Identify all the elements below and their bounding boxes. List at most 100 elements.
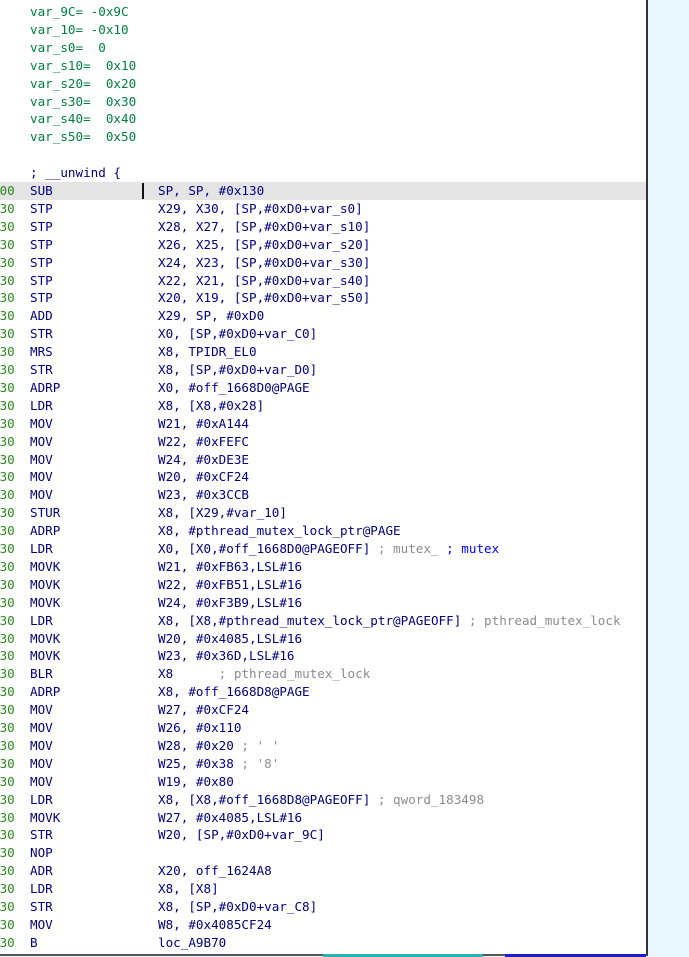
operands[interactable]: X8, #pthread_mutex_lock_ptr@PAGE (158, 522, 401, 540)
operands[interactable]: X28, X27, [SP,#0xD0+var_s10] (158, 218, 370, 236)
instruction-line[interactable]: 130 ADRP X8, #pthread_mutex_lock_ptr@PAGE (0, 522, 646, 540)
instruction-line[interactable]: 130 STR X0, [SP,#0xD0+var_C0] (0, 325, 646, 343)
instruction-line[interactable]: 130 MOV W19, #0x80 (0, 773, 646, 791)
operands[interactable]: W21, #0xA144 (158, 415, 249, 433)
operands[interactable]: X8, [SP,#0xD0+var_D0] (158, 361, 317, 379)
operands[interactable]: W25, #0x38 ; '8' (158, 755, 279, 773)
instruction-line[interactable]: 130 STP X22, X21, [SP,#0xD0+var_s40] (0, 272, 646, 290)
instruction-line[interactable]: 130 LDR X0, [X0,#off_1668D0@PAGEOFF] ; mut… (0, 540, 646, 558)
operands[interactable]: X8, #off_1668D8@PAGE (158, 683, 310, 701)
stack-var-declaration[interactable]: var_s0= 0 (0, 39, 646, 57)
operands[interactable]: X29, X30, [SP,#0xD0+var_s0] (158, 200, 363, 218)
stack-var-name: var_s10= (30, 57, 91, 73)
operands[interactable]: SP, SP, #0x130 (158, 182, 264, 200)
stack-var-declaration[interactable]: var_s30= 0x30 (0, 93, 646, 111)
instruction-line[interactable]: 000 SUB SP, SP, #0x130 (0, 182, 646, 200)
operands[interactable]: W24, #0xF3B9,LSL#16 (158, 594, 302, 612)
instruction-line[interactable]: 130 STP X24, X23, [SP,#0xD0+var_s30] (0, 254, 646, 272)
operands[interactable]: X22, X21, [SP,#0xD0+var_s40] (158, 272, 370, 290)
operands[interactable]: X29, SP, #0xD0 (158, 307, 264, 325)
instruction-line[interactable]: 130 MOV W22, #0xFEFC (0, 433, 646, 451)
instruction-line[interactable]: 130 MOV W23, #0x3CCB (0, 486, 646, 504)
operands[interactable]: W24, #0xDE3E (158, 451, 249, 469)
stack-var-declaration[interactable]: var_10= -0x10 (0, 21, 646, 39)
instruction-line[interactable]: 130 STR X8, [SP,#0xD0+var_C8] (0, 898, 646, 916)
instruction-line[interactable]: 130 LDR X8, [X8,#0x28] (0, 397, 646, 415)
operands[interactable]: W20, [SP,#0xD0+var_9C] (158, 826, 325, 844)
instruction-line[interactable]: 130 BLR X8 ; pthread_mutex_lock (0, 665, 646, 683)
operands[interactable]: W20, #0xCF24 (158, 468, 249, 486)
instruction-line[interactable]: 130 MOV W26, #0x110 (0, 719, 646, 737)
instruction-line[interactable]: 130 LDR X8, [X8,#off_1668D8@PAGEOFF] ; qwo… (0, 791, 646, 809)
stack-pointer-delta: 130 (0, 737, 15, 753)
operands[interactable]: W28, #0x20 ; ' ' (158, 737, 279, 755)
instruction-line[interactable]: 130 MOV W20, #0xCF24 (0, 468, 646, 486)
operands[interactable]: W19, #0x80 (158, 773, 234, 791)
operands[interactable]: X8, [X8] (158, 880, 219, 898)
instruction-line[interactable]: 130 STUR X8, [X29,#var_10] (0, 504, 646, 522)
instruction-line[interactable]: 130 ADRP X8, #off_1668D8@PAGE (0, 683, 646, 701)
instruction-line[interactable]: 130 MOV W27, #0xCF24 (0, 701, 646, 719)
stack-var-declaration[interactable]: var_9C= -0x9C (0, 3, 646, 21)
operands[interactable]: W23, #0x3CCB (158, 486, 249, 504)
instruction-line[interactable]: 130 STR W20, [SP,#0xD0+var_9C] (0, 826, 646, 844)
instruction-line[interactable]: 130 MOV W8, #0x4085CF24 (0, 916, 646, 934)
operands[interactable]: X8, [X29,#var_10] (158, 504, 287, 522)
stack-var-declaration[interactable]: var_s50= 0x50 (0, 128, 646, 146)
instruction-line[interactable]: 130 STR X8, [SP,#0xD0+var_D0] (0, 361, 646, 379)
instruction-line[interactable]: 130 Bloc_A9B70 (0, 934, 646, 952)
instruction-line[interactable]: 130 ADR X20, off_1624A8 (0, 862, 646, 880)
instruction-line[interactable]: 130 NOP (0, 844, 646, 862)
instruction-line[interactable]: 130 ADRP X0, #off_1668D0@PAGE (0, 379, 646, 397)
operands[interactable]: X0, [SP,#0xD0+var_C0] (158, 325, 317, 343)
operands[interactable]: W26, #0x110 (158, 719, 241, 737)
disassembly-view[interactable]: var_9C= -0x9C var_10= -0x10 var_s0= 0 var_s… (0, 0, 648, 956)
instruction-line[interactable]: 130 MOV W24, #0xDE3E (0, 451, 646, 469)
operands[interactable]: X20, off_1624A8 (158, 862, 272, 880)
stack-var-declaration[interactable]: var_s20= 0x20 (0, 75, 646, 93)
operands[interactable]: W27, #0xCF24 (158, 701, 249, 719)
instruction-line[interactable]: 130 ADD X29, SP, #0xD0 (0, 307, 646, 325)
comment-reference[interactable]: ; mutex (439, 541, 499, 556)
operands[interactable]: W21, #0xFB63,LSL#16 (158, 558, 302, 576)
operands[interactable]: loc_A9B70 (158, 934, 226, 952)
mnemonic: MOVK (30, 576, 61, 592)
instruction-line[interactable]: 130 MOVK W27, #0x4085,LSL#16 (0, 809, 646, 827)
operands[interactable]: W27, #0x4085,LSL#16 (158, 809, 302, 827)
instruction-line[interactable]: 130 MOVK W23, #0x36D,LSL#16 (0, 647, 646, 665)
instruction-line[interactable]: 130 LDR X8, [X8,#pthread_mutex_lock_ptr@PA… (0, 612, 646, 630)
operands[interactable]: W22, #0xFEFC (158, 433, 249, 451)
operands[interactable]: W22, #0xFB51,LSL#16 (158, 576, 302, 594)
operands[interactable]: X8 ; pthread_mutex_lock (158, 665, 370, 683)
instruction-line[interactable]: 130 MOVK W21, #0xFB63,LSL#16 (0, 558, 646, 576)
instruction-line[interactable]: 130 STP X29, X30, [SP,#0xD0+var_s0] (0, 200, 646, 218)
instruction-line[interactable]: 130 MOV W21, #0xA144 (0, 415, 646, 433)
operands[interactable]: W8, #0x4085CF24 (158, 916, 272, 934)
operands[interactable]: X8, [X8,#pthread_mutex_lock_ptr@PAGEOFF]… (158, 612, 621, 630)
instruction-line[interactable]: 130 MOV W28, #0x20 ; ' ' (0, 737, 646, 755)
stack-var-declaration[interactable]: var_s10= 0x10 (0, 57, 646, 75)
instruction-line[interactable]: 130 MRS X8, TPIDR_EL0 (0, 343, 646, 361)
operands[interactable]: X8, [X8,#off_1668D8@PAGEOFF] ; qword_183… (158, 791, 484, 809)
operands[interactable]: X24, X23, [SP,#0xD0+var_s30] (158, 254, 370, 272)
operands[interactable]: X8, TPIDR_EL0 (158, 343, 257, 361)
operand-text: W24, #0xDE3E (158, 451, 249, 467)
stack-var-declaration[interactable]: var_s40= 0x40 (0, 110, 646, 128)
stack-pointer-delta: 130 (0, 916, 15, 932)
operands[interactable]: X0, [X0,#off_1668D0@PAGEOFF] ; mutex_ ; … (158, 540, 499, 558)
operands[interactable]: X8, [SP,#0xD0+var_C8] (158, 898, 317, 916)
instruction-line[interactable]: 130 STP X28, X27, [SP,#0xD0+var_s10] (0, 218, 646, 236)
operands[interactable]: W20, #0x4085,LSL#16 (158, 630, 302, 648)
instruction-line[interactable]: 130 LDR X8, [X8] (0, 880, 646, 898)
instruction-line[interactable]: 130 MOVK W20, #0x4085,LSL#16 (0, 630, 646, 648)
operands[interactable]: X26, X25, [SP,#0xD0+var_s20] (158, 236, 370, 254)
operands[interactable]: W23, #0x36D,LSL#16 (158, 647, 294, 665)
instruction-line[interactable]: 130 STP X20, X19, [SP,#0xD0+var_s50] (0, 289, 646, 307)
operands[interactable]: X8, [X8,#0x28] (158, 397, 264, 415)
instruction-line[interactable]: 130 MOV W25, #0x38 ; '8' (0, 755, 646, 773)
instruction-line[interactable]: 130 MOVK W24, #0xF3B9,LSL#16 (0, 594, 646, 612)
operands[interactable]: X20, X19, [SP,#0xD0+var_s50] (158, 289, 370, 307)
operands[interactable]: X0, #off_1668D0@PAGE (158, 379, 310, 397)
instruction-line[interactable]: 130 MOVK W22, #0xFB51,LSL#16 (0, 576, 646, 594)
instruction-line[interactable]: 130 STP X26, X25, [SP,#0xD0+var_s20] (0, 236, 646, 254)
